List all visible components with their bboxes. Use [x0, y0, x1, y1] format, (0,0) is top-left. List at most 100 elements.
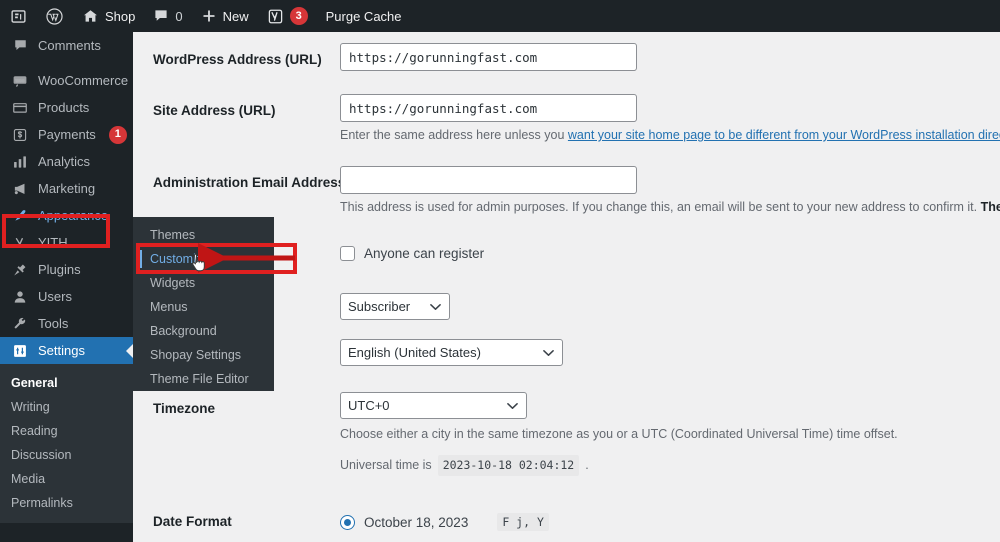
sidebar-item-products[interactable]: Products — [0, 94, 133, 121]
sidebar-item-label: Tools — [38, 317, 68, 330]
submenu-item-writing[interactable]: Writing — [0, 395, 133, 419]
paintbrush-icon — [11, 207, 29, 225]
date-format-radio[interactable] — [340, 515, 355, 530]
plug-icon — [11, 261, 29, 279]
adminbar-purge-cache-label: Purge Cache — [326, 9, 402, 24]
sidebar-item-marketing[interactable]: Marketing — [0, 175, 133, 202]
sidebar-item-label: Products — [38, 101, 89, 114]
date-format-code: F j, Y — [497, 513, 549, 531]
submenu-item-discussion[interactable]: Discussion — [0, 443, 133, 467]
megaphone-icon — [11, 180, 29, 198]
flyout-item-menus[interactable]: Menus — [133, 295, 274, 319]
bar-chart-icon — [11, 153, 29, 171]
woo-icon: woo — [11, 72, 29, 90]
sidebar-item-label: Analytics — [38, 155, 90, 168]
flyout-item-themes[interactable]: Themes — [133, 223, 274, 247]
yoast-notification-badge: 3 — [290, 7, 308, 25]
site-language-select-wrap[interactable]: English (United States) — [340, 339, 563, 366]
home-icon — [82, 8, 99, 25]
wordpress-address-label: WordPress Address (URL) — [153, 51, 343, 69]
universal-time-prefix: Universal time is — [340, 457, 432, 474]
wrench-icon — [11, 315, 29, 333]
sidebar-item-label: Plugins — [38, 263, 81, 276]
products-icon — [11, 99, 29, 117]
submenu-item-permalinks[interactable]: Permalinks — [0, 491, 133, 515]
adminbar-wp-logo[interactable] — [36, 0, 73, 32]
sidebar-item-settings[interactable]: Settings — [0, 337, 133, 364]
timezone-select-wrap[interactable]: UTC+0 — [340, 392, 527, 419]
payments-icon — [11, 126, 29, 144]
sidebar-item-payments[interactable]: Payments 1 — [0, 121, 133, 148]
flyout-item-customize[interactable]: Customize — [133, 247, 274, 271]
sidebar-item-tools[interactable]: Tools — [0, 310, 133, 337]
yith-icon — [11, 234, 29, 252]
flyout-item-theme-file-editor[interactable]: Theme File Editor — [133, 367, 274, 391]
adminbar-comments-count: 0 — [175, 9, 182, 24]
sidebar-item-comments[interactable]: Comments — [0, 32, 133, 59]
universal-time-suffix: . — [585, 457, 588, 474]
payments-count-badge: 1 — [109, 126, 127, 144]
date-format-option-row[interactable]: October 18, 2023 F j, Y — [340, 513, 549, 531]
adminbar-new-label: New — [223, 9, 249, 24]
wordpress-box-icon — [10, 8, 27, 25]
site-address-input[interactable] — [340, 94, 637, 122]
submenu-item-general[interactable]: General — [0, 371, 133, 395]
adminbar-site-name[interactable]: Shop — [73, 0, 144, 32]
flyout-item-shopay-settings[interactable]: Shopay Settings — [133, 343, 274, 367]
sidebar-item-label: WooCommerce — [38, 74, 128, 87]
admin-email-helper: This address is used for admin purposes.… — [340, 199, 1000, 216]
timezone-label: Timezone — [153, 400, 343, 418]
default-role-select-wrap[interactable]: Subscriber — [340, 293, 450, 320]
adminbar-comments[interactable]: 0 — [144, 0, 191, 32]
adminbar-purge-cache[interactable]: Purge Cache — [317, 0, 411, 32]
site-address-helper-link[interactable]: want your site home page to be different… — [568, 128, 1000, 142]
admin-email-input[interactable] — [340, 166, 637, 194]
settings-sliders-icon — [11, 342, 29, 360]
timezone-helper: Choose either a city in the same timezon… — [340, 426, 898, 443]
sidebar-item-yith[interactable]: YITH — [0, 229, 133, 256]
flyout-item-widgets[interactable]: Widgets — [133, 271, 274, 295]
site-address-helper-text: Enter the same address here unless you — [340, 128, 568, 142]
anyone-can-register-label: Anyone can register — [364, 246, 484, 261]
svg-text:woo: woo — [16, 78, 25, 83]
flyout-item-background[interactable]: Background — [133, 319, 274, 343]
wordpress-admin-screen: Shop 0 New — [0, 0, 1000, 542]
yoast-icon — [267, 8, 284, 25]
user-icon — [11, 288, 29, 306]
sidebar-item-label: Appearance — [38, 209, 108, 222]
adminbar-yoast[interactable]: 3 — [258, 0, 317, 32]
timezone-select[interactable]: UTC+0 — [340, 392, 527, 419]
plus-icon — [201, 8, 217, 24]
sidebar-item-users[interactable]: Users — [0, 283, 133, 310]
universal-time-row: Universal time is 2023-10-18 02:04:12 . — [340, 455, 589, 476]
sidebar-item-label: Comments — [38, 39, 101, 52]
submenu-item-media[interactable]: Media — [0, 467, 133, 491]
universal-time-value: 2023-10-18 02:04:12 — [438, 455, 580, 476]
site-address-helper: Enter the same address here unless you w… — [340, 127, 1000, 144]
anyone-can-register-checkbox[interactable] — [340, 246, 355, 261]
sidebar-item-label: YITH — [38, 236, 68, 249]
sidebar-item-label: Settings — [38, 344, 85, 357]
comment-bubble-icon — [153, 8, 169, 24]
admin-email-label: Administration Email Address — [153, 174, 353, 192]
adminbar-new-content[interactable]: New — [192, 0, 258, 32]
date-format-label: Date Format — [153, 513, 343, 531]
admin-sidebar-menu: Comments woo WooCommerce Products — [0, 32, 133, 542]
admin-email-helper-text: This address is used for admin purposes.… — [340, 200, 981, 214]
default-role-select[interactable]: Subscriber — [340, 293, 450, 320]
sidebar-item-analytics[interactable]: Analytics — [0, 148, 133, 175]
admin-bar: Shop 0 New — [0, 0, 1000, 32]
date-format-option-label: October 18, 2023 — [364, 515, 468, 530]
membership-checkbox-row[interactable]: Anyone can register — [340, 246, 484, 261]
submenu-item-reading[interactable]: Reading — [0, 419, 133, 443]
sidebar-item-woocommerce[interactable]: woo WooCommerce — [0, 67, 133, 94]
adminbar-wp-logo-box[interactable] — [0, 0, 36, 32]
radio-dot — [344, 519, 351, 526]
sidebar-item-plugins[interactable]: Plugins — [0, 256, 133, 283]
wordpress-icon — [45, 7, 64, 26]
appearance-flyout-menu: Themes Customize Widgets Menus Backgroun… — [133, 217, 274, 391]
sidebar-item-appearance[interactable]: Appearance — [0, 202, 133, 229]
wordpress-address-input[interactable] — [340, 43, 637, 71]
comment-bubble-icon — [11, 37, 29, 55]
site-language-select[interactable]: English (United States) — [340, 339, 563, 366]
